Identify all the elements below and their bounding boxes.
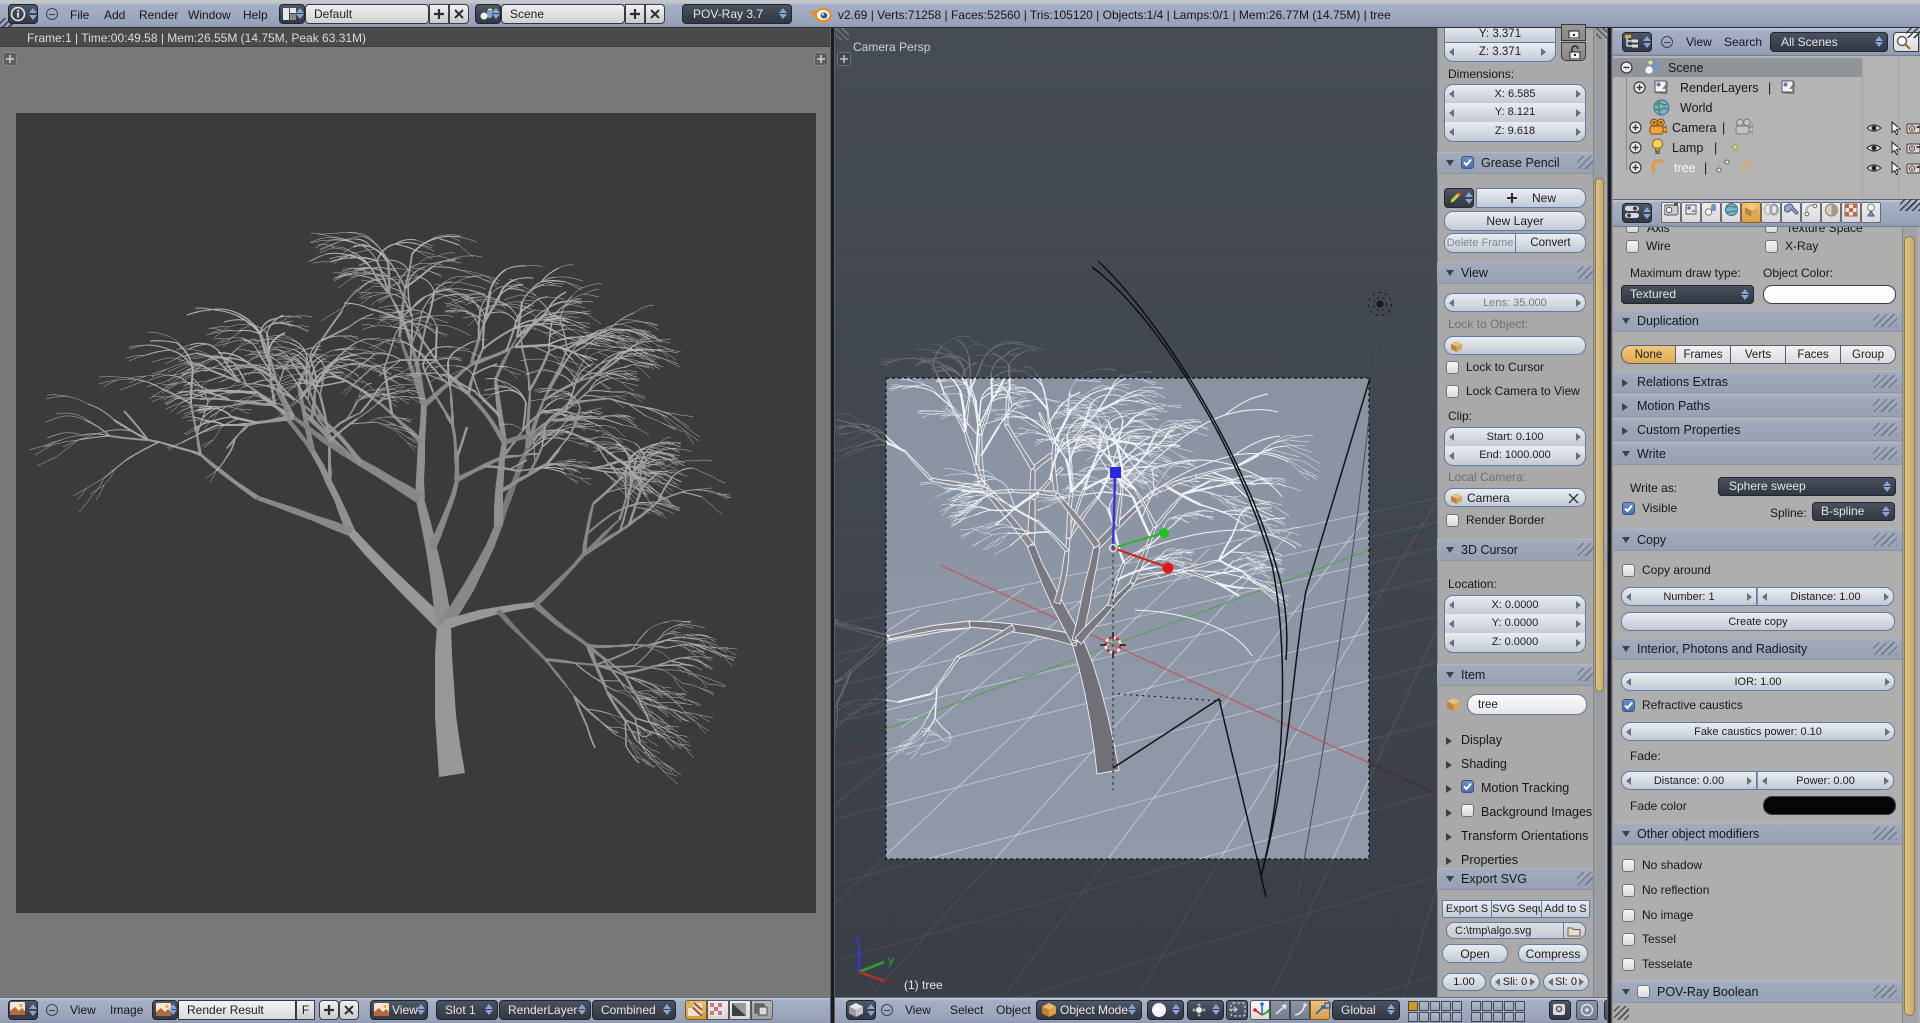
svg-text:(1) tree: (1) tree <box>904 978 943 992</box>
svg-text:z: z <box>854 933 860 947</box>
svg-text:x: x <box>888 974 894 988</box>
svg-text:y: y <box>888 953 894 967</box>
svg-text:Camera Persp: Camera Persp <box>853 40 931 54</box>
